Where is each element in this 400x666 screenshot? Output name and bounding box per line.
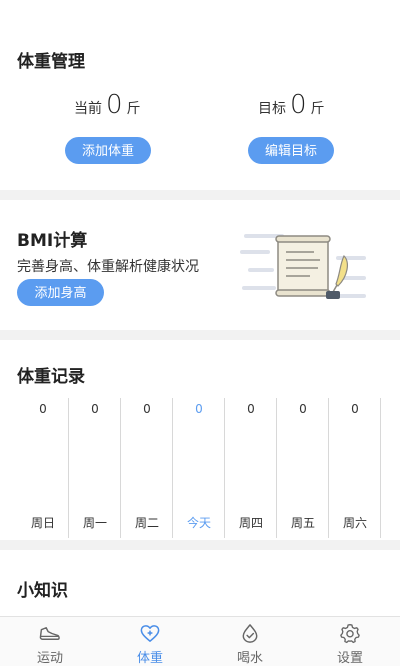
target-weight-label: 目标 xyxy=(258,101,286,117)
day-column[interactable]: 0 周二 xyxy=(121,398,173,538)
day-value: 0 xyxy=(351,402,359,416)
current-weight-value: 0 xyxy=(106,90,123,120)
tab-label: 设置 xyxy=(336,651,363,666)
weight-records-chart: 0 周日 0 周一 0 周二 0 今天 0 周四 0 周五 0 周六 xyxy=(17,398,387,538)
day-label: 周日 xyxy=(30,516,55,530)
day-label: 周五 xyxy=(290,516,315,530)
day-label: 今天 xyxy=(186,516,211,530)
day-column[interactable]: 0 周一 xyxy=(69,398,121,538)
day-label: 周四 xyxy=(238,516,263,530)
document-quill-icon xyxy=(240,234,366,299)
bmi-card: BMI计算 完善身高、体重解析健康状况 添加身高 xyxy=(0,200,400,330)
current-weight-label: 当前 xyxy=(74,101,102,117)
day-column[interactable]: 0 周六 xyxy=(329,398,381,538)
day-column[interactable]: 0 周五 xyxy=(277,398,329,538)
day-column[interactable]: 0 周四 xyxy=(225,398,277,538)
weight-management-card: 体重管理 当前 0 斤 目标 0 斤 添加体重 编辑目标 xyxy=(0,0,400,190)
target-weight-unit: 斤 xyxy=(310,101,325,117)
water-drop-check-icon xyxy=(242,624,258,643)
day-value: 0 xyxy=(195,402,203,416)
day-column-today[interactable]: 0 今天 xyxy=(173,398,225,538)
current-weight-unit: 斤 xyxy=(126,101,141,117)
heart-plus-icon xyxy=(140,625,160,642)
day-value: 0 xyxy=(91,402,99,416)
day-value: 0 xyxy=(299,402,307,416)
day-value: 0 xyxy=(143,402,151,416)
tab-water[interactable]: 喝水 xyxy=(200,617,300,666)
add-height-button[interactable]: 添加身高 xyxy=(17,279,104,306)
target-weight-value: 0 xyxy=(290,90,307,120)
edit-target-button[interactable]: 编辑目标 xyxy=(248,137,334,164)
tab-label: 喝水 xyxy=(236,651,263,666)
bottom-tab-bar: 运动 体重 喝水 设置 xyxy=(0,616,400,666)
tab-label: 体重 xyxy=(136,651,163,666)
current-weight: 当前 0 斤 xyxy=(74,90,141,120)
bmi-title: BMI计算 xyxy=(17,231,88,251)
day-value: 0 xyxy=(247,402,255,416)
tab-label: 运动 xyxy=(36,651,63,666)
day-label: 周六 xyxy=(342,516,367,530)
weight-records-card: 体重记录 0 周日 0 周一 0 周二 0 今天 0 周四 0 周五 0 周六 xyxy=(0,340,400,540)
tab-weight[interactable]: 体重 xyxy=(100,617,200,666)
day-label: 周一 xyxy=(82,516,107,530)
target-weight: 目标 0 斤 xyxy=(258,90,325,120)
add-weight-button[interactable]: 添加体重 xyxy=(65,137,151,164)
weight-management-title: 体重管理 xyxy=(17,52,85,72)
day-column[interactable]: 0 周日 xyxy=(17,398,69,538)
tab-settings[interactable]: 设置 xyxy=(300,617,400,666)
tips-card: 小知识 xyxy=(0,550,400,616)
day-label: 周二 xyxy=(134,516,159,530)
tips-title: 小知识 xyxy=(17,581,68,601)
weight-records-title: 体重记录 xyxy=(17,367,85,387)
tab-exercise[interactable]: 运动 xyxy=(0,617,100,666)
bmi-description: 完善身高、体重解析健康状况 xyxy=(17,259,199,275)
sneaker-icon xyxy=(39,627,60,640)
gear-icon xyxy=(340,624,360,644)
day-value: 0 xyxy=(39,402,47,416)
